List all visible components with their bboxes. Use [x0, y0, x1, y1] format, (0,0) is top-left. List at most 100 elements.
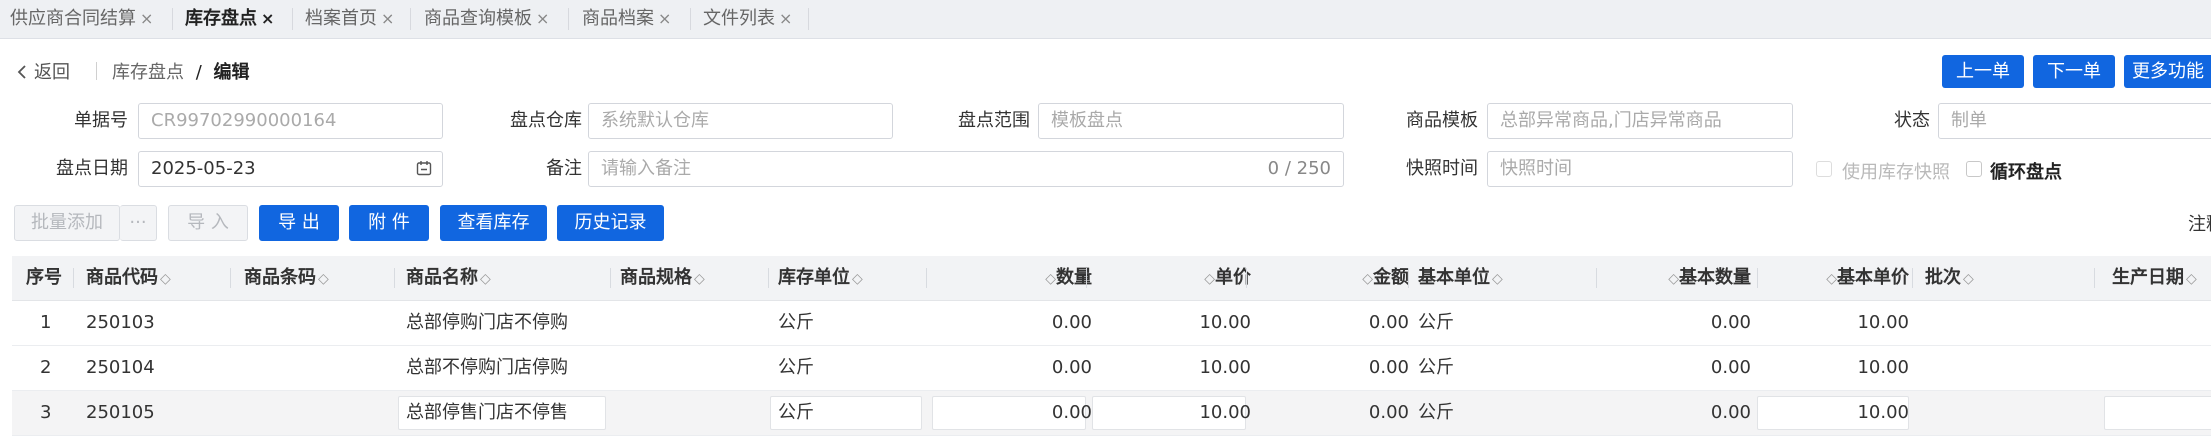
remark-char-count: 0 / 250 [1267, 158, 1331, 179]
tab-divider [690, 8, 691, 30]
cell-code: 250104 [86, 357, 155, 378]
prev-record-button[interactable]: 上一单 [1942, 55, 2024, 88]
sort-icon[interactable]: ◇ [1668, 271, 1679, 287]
col-divider [1408, 268, 1409, 288]
table-row[interactable]: 2 250104 总部不停购门店停购 公斤 0.00 10.00 0.00 公斤… [12, 346, 2211, 391]
col-spec[interactable]: 商品规格 ◇ [620, 256, 705, 300]
cell-seq: 3 [40, 402, 52, 423]
warehouse-select[interactable]: 系统默认仓库 [588, 103, 893, 139]
col-batch[interactable]: 批次 ◇ [1925, 256, 1974, 300]
status-field[interactable]: 制单 [1938, 103, 2211, 139]
sort-icon[interactable]: ◇ [1362, 271, 1373, 287]
sort-icon[interactable]: ◇ [318, 271, 329, 287]
header-divider [96, 62, 97, 80]
cell-qty: 0.00 [1051, 312, 1092, 333]
sort-icon[interactable]: ◇ [1963, 271, 1974, 287]
col-amount[interactable]: ◇金额 [1246, 256, 1409, 300]
scope-label: 盘点范围 [958, 110, 1030, 131]
col-unit[interactable]: 库存单位 ◇ [778, 256, 863, 300]
cell-name: 总部停售门店不停售 [406, 402, 568, 423]
tab-divider [568, 8, 569, 30]
export-button[interactable]: 导 出 [259, 205, 339, 241]
template-select[interactable]: 总部异常商品,门店异常商品 [1487, 103, 1793, 139]
use-snapshot-checkbox[interactable] [1816, 161, 1832, 177]
tab-product-archive[interactable]: 商品档案 × [582, 0, 671, 38]
next-record-button[interactable]: 下一单 [2033, 55, 2115, 88]
sort-icon[interactable]: ◇ [1204, 271, 1215, 287]
close-icon[interactable]: × [140, 9, 153, 28]
cycle-count-checkbox[interactable] [1966, 161, 1982, 177]
col-qty[interactable]: ◇数量 [926, 256, 1092, 300]
doc-no-input[interactable]: CR99702990000164 [138, 103, 443, 139]
snapshot-time-label: 快照时间 [1406, 158, 1478, 179]
tab-product-query-template[interactable]: 商品查询模板 × [424, 0, 549, 38]
tab-divider [410, 8, 411, 30]
sort-icon[interactable]: ◇ [160, 271, 171, 287]
table-row[interactable]: 1 250103 总部停购门店不停购 公斤 0.00 10.00 0.00 公斤… [12, 301, 2211, 346]
tab-file-list[interactable]: 文件列表 × [703, 0, 792, 38]
tab-supplier-contract-settlement[interactable]: 供应商合同结算 × [10, 0, 153, 38]
scope-select[interactable]: 模板盘点 [1038, 103, 1344, 139]
breadcrumb-current: 编辑 [213, 62, 250, 83]
col-base-price[interactable]: ◇基本单价 [1757, 256, 1909, 300]
cell-base-unit: 公斤 [1418, 402, 1454, 423]
sort-icon[interactable]: ◇ [1045, 271, 1056, 287]
col-code[interactable]: 商品代码 ◇ [86, 256, 171, 300]
more-functions-button[interactable]: 更多功能 [2124, 55, 2211, 88]
cell-amount: 0.00 [1368, 312, 1409, 333]
close-icon[interactable]: × [536, 9, 549, 28]
snapshot-time-picker[interactable]: 快照时间 [1487, 151, 1793, 187]
cell-base-unit: 公斤 [1418, 312, 1454, 333]
col-base-qty[interactable]: ◇基本数量 [1596, 256, 1751, 300]
table-row-selected[interactable]: 3 250105 总部停售门店不停售 公斤 0.00 10.00 0.00 公斤… [12, 391, 2211, 436]
back-button[interactable]: 返回 [16, 58, 70, 84]
breadcrumb-separator: / [195, 62, 202, 83]
breadcrumb-parent[interactable]: 库存盘点 [112, 62, 184, 83]
cell-amount: 0.00 [1368, 402, 1409, 423]
cell-qty: 0.00 [1051, 402, 1092, 423]
close-icon[interactable]: × [261, 9, 274, 28]
cell-seq: 2 [40, 357, 52, 378]
tab-archive-home[interactable]: 档案首页 × [305, 0, 394, 38]
cell-unit: 公斤 [778, 312, 814, 333]
calendar-icon[interactable] [416, 160, 432, 176]
cell-unit: 公斤 [778, 402, 814, 423]
history-button[interactable]: 历史记录 [557, 205, 664, 241]
cell-code: 250105 [86, 402, 155, 423]
batch-add-button[interactable]: 批量添加 [14, 205, 120, 241]
sort-icon[interactable]: ◇ [1826, 271, 1837, 287]
sort-icon[interactable]: ◇ [1492, 271, 1503, 287]
close-icon[interactable]: × [779, 9, 792, 28]
close-icon[interactable]: × [658, 9, 671, 28]
col-divider [394, 268, 395, 288]
cell-base-price: 10.00 [1857, 402, 1909, 423]
sort-icon[interactable]: ◇ [480, 271, 491, 287]
sort-icon[interactable]: ◇ [694, 271, 705, 287]
chevron-left-icon [17, 65, 26, 79]
cell-qty: 0.00 [1051, 357, 1092, 378]
sort-icon[interactable]: ◇ [852, 271, 863, 287]
col-barcode[interactable]: 商品条码 ◇ [244, 256, 329, 300]
remark-input[interactable]: 请输入备注 0 / 250 [588, 151, 1344, 187]
import-button[interactable]: 导 入 [168, 205, 248, 241]
cell-name: 总部停购门店不停购 [406, 312, 568, 333]
col-divider [1912, 268, 1913, 288]
sort-icon[interactable]: ◇ [2186, 271, 2197, 287]
view-stock-button[interactable]: 查看库存 [440, 205, 547, 241]
close-icon[interactable]: × [381, 9, 394, 28]
col-base-unit[interactable]: 基本单位 ◇ [1418, 256, 1503, 300]
tab-stock-count[interactable]: 库存盘点 × [185, 0, 274, 38]
count-date-picker[interactable]: 2025-05-23 [138, 151, 443, 187]
cell-name: 总部不停购门店停购 [406, 357, 568, 378]
more-dots-button[interactable]: ··· [120, 205, 157, 241]
col-name[interactable]: 商品名称 ◇ [406, 256, 491, 300]
col-prod-date[interactable]: 生产日期 ◇ [2112, 256, 2197, 300]
cycle-count-label: 循环盘点 [1990, 162, 2062, 183]
col-seq: 序号 [26, 267, 62, 288]
prod-date-edit-box[interactable] [2104, 396, 2211, 430]
col-price[interactable]: ◇单价 [1086, 256, 1251, 300]
count-date-label: 盘点日期 [56, 158, 128, 179]
attachment-button[interactable]: 附 件 [349, 205, 429, 241]
tab-divider [172, 8, 173, 30]
cell-price: 10.00 [1199, 312, 1251, 333]
